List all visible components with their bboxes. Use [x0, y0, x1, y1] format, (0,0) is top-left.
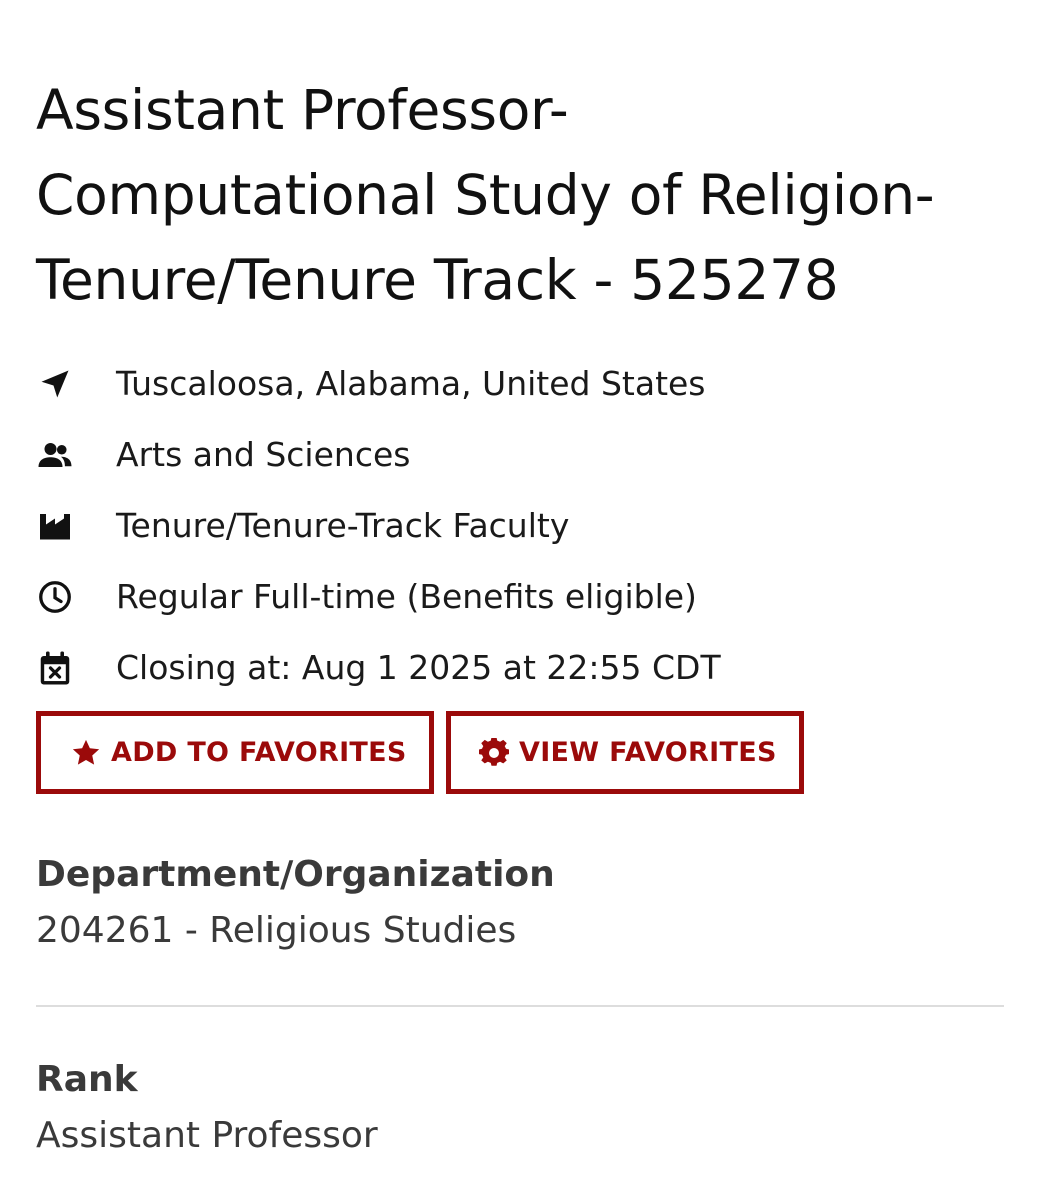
users-icon: [36, 436, 74, 474]
department-label: Department/Organization: [36, 854, 555, 895]
department-value: 204261 - Religious Studies: [36, 910, 517, 951]
calendar-x-icon: [36, 649, 74, 687]
job-meta-list: Tuscaloosa, Alabama, United States Arts …: [36, 348, 996, 703]
job-title-line-2: Computational Study of Religion-: [36, 163, 935, 227]
clock-icon: [36, 578, 74, 616]
view-favorites-label: VIEW FAVORITES: [519, 737, 777, 768]
meta-college: Arts and Sciences: [36, 419, 996, 490]
add-to-favorites-button[interactable]: ADD TO FAVORITES: [36, 711, 434, 794]
add-to-favorites-label: ADD TO FAVORITES: [111, 737, 407, 768]
meta-category-text: Tenure/Tenure-Track Faculty: [116, 506, 570, 545]
meta-location: Tuscaloosa, Alabama, United States: [36, 348, 996, 419]
job-posting-page: Assistant Professor- Computational Study…: [0, 0, 1044, 1200]
rank-value: Assistant Professor: [36, 1115, 378, 1156]
rank-section: Rank Assistant Professor: [36, 1056, 1004, 1166]
star-icon: [71, 738, 101, 768]
job-title-line-3: Tenure/Tenure Track - 525278: [36, 248, 839, 312]
section-divider: [36, 1005, 1004, 1007]
industry-icon: [36, 507, 74, 545]
rank-label: Rank: [36, 1059, 138, 1100]
meta-employment-type-text: Regular Full-time (Benefits eligible): [116, 577, 697, 616]
job-title-line-1: Assistant Professor-: [36, 78, 569, 142]
favorites-actions: ADD TO FAVORITES VIEW FAVORITES: [36, 711, 804, 794]
meta-employment-type: Regular Full-time (Benefits eligible): [36, 561, 996, 632]
meta-location-text: Tuscaloosa, Alabama, United States: [116, 364, 706, 403]
meta-closing-date-text: Closing at: Aug 1 2025 at 22:55 CDT: [116, 648, 721, 687]
meta-college-text: Arts and Sciences: [116, 435, 411, 474]
meta-closing-date: Closing at: Aug 1 2025 at 22:55 CDT: [36, 632, 996, 703]
view-favorites-button[interactable]: VIEW FAVORITES: [446, 711, 804, 794]
job-title: Assistant Professor- Computational Study…: [36, 68, 996, 323]
gear-icon: [479, 737, 509, 768]
department-section: Department/Organization 204261 - Religio…: [36, 851, 1004, 961]
meta-category: Tenure/Tenure-Track Faculty: [36, 490, 996, 561]
location-arrow-icon: [36, 365, 74, 403]
